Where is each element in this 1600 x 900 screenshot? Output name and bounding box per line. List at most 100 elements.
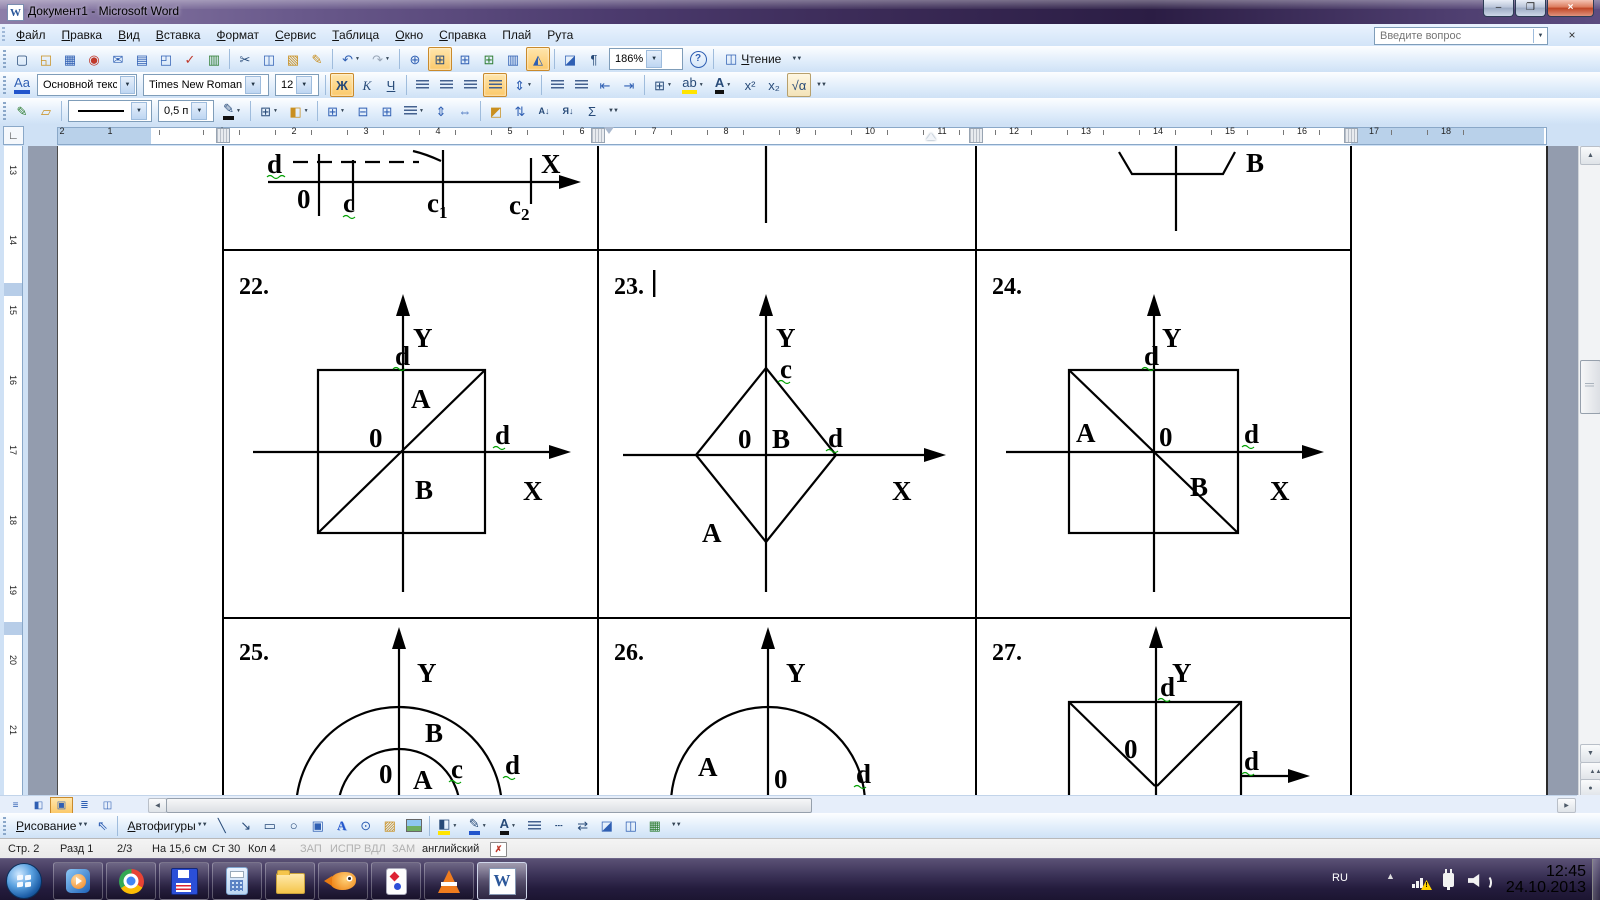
show-marks-button[interactable]: ¶ [583, 48, 605, 70]
toolbar-grip[interactable] [3, 817, 6, 835]
increase-indent-button[interactable]: ⇥ [618, 74, 640, 96]
text-direction-button[interactable]: ⇅ [509, 100, 531, 122]
draw-table-button[interactable]: ✎ [11, 100, 33, 122]
oval-button[interactable]: ○ [283, 815, 305, 837]
distribute-rows-button[interactable]: ⇕ [430, 100, 452, 122]
columns-button[interactable]: ▥ [502, 48, 524, 70]
menubar-close-icon[interactable]: × [1564, 27, 1580, 43]
taskbar-fish-app-button[interactable] [318, 862, 368, 900]
3d-style-button[interactable]: ◫ [620, 815, 642, 837]
insert-table-button[interactable]: ⊞ [322, 100, 350, 122]
menu-plai[interactable]: Плай [494, 26, 539, 44]
border-color-button[interactable]: ✎ [218, 100, 246, 122]
arrow-style-button[interactable]: ⇄ [572, 815, 594, 837]
undo-button[interactable]: ↶ [337, 48, 365, 70]
document-page[interactable]: d 0 c c1 c2 X B 22. [57, 146, 1548, 795]
start-button[interactable] [6, 863, 42, 899]
vertical-ruler[interactable]: 131415161718192021 [0, 146, 28, 795]
web-layout-button[interactable]: ◧ [27, 797, 50, 814]
taskbar-wmp-button[interactable] [53, 862, 103, 900]
first-line-indent-marker[interactable] [604, 127, 614, 134]
reading-view-button[interactable]: ◫ [96, 797, 119, 814]
menu-tools[interactable]: Сервис [267, 26, 324, 44]
toolbar-grip[interactable] [3, 102, 6, 120]
question-input[interactable] [1375, 29, 1533, 43]
document-map-button[interactable]: ◪ [559, 48, 581, 70]
table-row-marker[interactable] [4, 283, 22, 296]
line-button[interactable]: ╲ [211, 815, 233, 837]
toolbar-options-icon[interactable] [607, 100, 619, 122]
drawing-button[interactable]: ◭ [526, 47, 550, 71]
dash-style-button[interactable]: ┄ [548, 815, 570, 837]
bold-button[interactable]: Ж [330, 73, 354, 97]
read-mode-button[interactable]: ◫ Чтение [719, 48, 787, 70]
style-select[interactable]: Основной текст [37, 74, 137, 96]
cut-button[interactable]: ✂ [234, 48, 256, 70]
line-color-button[interactable]: ✎ [464, 815, 492, 837]
select-objects-button[interactable]: ⇖ [91, 815, 113, 837]
open-button[interactable]: ◱ [35, 48, 57, 70]
align-center-button[interactable] [435, 74, 457, 96]
format-painter-button[interactable]: ✎ [306, 48, 328, 70]
highlight-button[interactable]: ab [679, 74, 707, 96]
scroll-left-icon[interactable]: ◀ [148, 798, 167, 813]
left-indent-marker[interactable] [926, 133, 936, 140]
taskbar-word-button[interactable]: W [477, 862, 527, 900]
status-extend-mode[interactable]: ВДЛ [364, 843, 386, 855]
status-record-mode[interactable]: ЗАП [300, 843, 322, 855]
dropdown-icon[interactable] [120, 76, 135, 94]
menu-table[interactable]: Таблица [324, 26, 387, 44]
print-button[interactable]: ▤ [131, 48, 153, 70]
print-preview-button[interactable]: ◰ [155, 48, 177, 70]
underline-button[interactable]: Ч [380, 74, 402, 96]
merge-cells-button[interactable]: ⊟ [352, 100, 374, 122]
sort-descending-button[interactable]: Я↓ [557, 100, 579, 122]
toolbar-options-icon[interactable] [670, 815, 682, 837]
table-row-marker[interactable] [4, 622, 22, 635]
bullet-list-button[interactable] [570, 74, 592, 96]
table-column-marker[interactable] [591, 128, 605, 143]
diagram-button[interactable]: ⊙ [355, 815, 377, 837]
split-cells-button[interactable]: ⊞ [376, 100, 398, 122]
autosum-button[interactable]: Σ [581, 100, 603, 122]
power-plug-icon[interactable] [1443, 873, 1454, 887]
align-left-button[interactable] [411, 74, 433, 96]
help-button[interactable]: ? [687, 48, 709, 70]
toolbar-grip[interactable] [2, 27, 5, 43]
normal-view-button[interactable]: ≡ [4, 797, 27, 814]
fill-color-button[interactable]: ◧ [434, 815, 462, 837]
redo-button[interactable]: ↷ [367, 48, 395, 70]
toolbar-options-icon[interactable] [790, 48, 802, 70]
outside-border-button[interactable]: ⊞ [255, 100, 283, 122]
numbered-list-button[interactable] [546, 74, 568, 96]
rectangle-button[interactable]: ▭ [259, 815, 281, 837]
menu-window[interactable]: Окно [387, 26, 431, 44]
research-button[interactable]: ▥ [203, 48, 225, 70]
shadow-style-button[interactable]: ◪ [596, 815, 618, 837]
scroll-right-icon[interactable]: ▶ [1557, 798, 1576, 813]
question-dropdown-icon[interactable] [1533, 29, 1547, 43]
copy-button[interactable]: ◫ [258, 48, 280, 70]
font-color-button[interactable]: А [709, 74, 737, 96]
line-style-select[interactable] [68, 100, 152, 122]
language-indicator[interactable]: RU [1332, 872, 1348, 900]
taskbar-cards-app-button[interactable] [371, 862, 421, 900]
tray-clock[interactable]: 12:45 24.10.2013 [1498, 864, 1586, 896]
toolbar-grip[interactable] [3, 50, 6, 68]
shading-color-button[interactable]: ◧ [285, 100, 313, 122]
paste-button[interactable]: ▧ [282, 48, 304, 70]
save-button[interactable]: ▦ [59, 48, 81, 70]
minimize-button[interactable]: – [1483, 0, 1514, 17]
toolbar-options-icon[interactable] [815, 74, 827, 96]
status-track-changes[interactable]: ИСПР [330, 843, 361, 855]
menu-format[interactable]: Формат [208, 26, 267, 44]
line-style-button[interactable] [524, 815, 546, 837]
sort-ascending-button[interactable]: А↓ [533, 100, 555, 122]
table-column-marker[interactable] [1344, 128, 1358, 143]
canvas-button[interactable]: ▦ [644, 815, 666, 837]
distribute-columns-button[interactable]: ⇔ [454, 100, 476, 122]
vertical-scrollbar[interactable]: ▲ ▼ ▲▲ ● ▼▼ [1578, 146, 1600, 813]
mail-button[interactable]: ✉ [107, 48, 129, 70]
wordart-button[interactable]: А [331, 815, 353, 837]
menu-insert[interactable]: Вставка [148, 26, 209, 44]
